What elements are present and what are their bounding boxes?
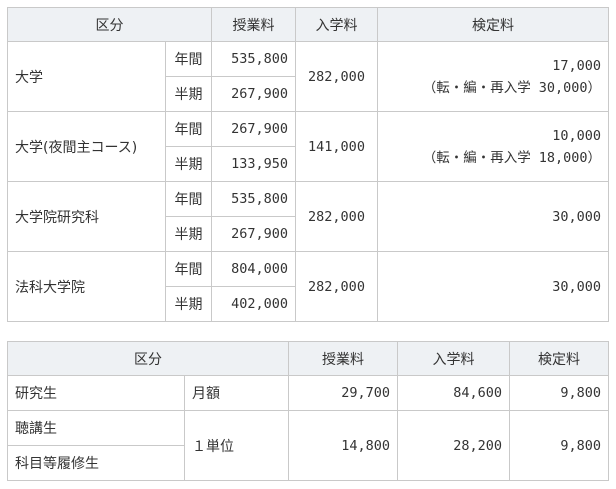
row-name: 科目等履修生 <box>7 445 185 481</box>
exam-fee: 17,000 （転・編・再入学 30,000） <box>377 41 609 112</box>
header-tuition: 授業料 <box>211 7 296 42</box>
table-header-row: 区分 授業料 入学料 検定料 <box>7 341 609 376</box>
table-header-row: 区分 授業料 入学料 検定料 <box>7 7 609 42</box>
header-exam: 検定料 <box>509 341 609 376</box>
tuition-half: 267,900 <box>211 76 296 112</box>
exam-note-value: 18,000） <box>538 149 601 166</box>
period-label: 年間 <box>165 251 212 287</box>
header-tuition: 授業料 <box>288 341 398 376</box>
tuition-annual: 267,900 <box>211 111 296 147</box>
admission-fee: 282,000 <box>295 251 378 322</box>
exam-note-label: （転・編・再入学 <box>422 79 531 96</box>
exam-note-label: （転・編・再入学 <box>422 149 531 166</box>
header-category: 区分 <box>7 7 212 42</box>
period-label: 半期 <box>165 216 212 252</box>
exam-fee: 30,000 <box>377 181 609 252</box>
exam-note-value: 30,000） <box>538 79 601 96</box>
unit-label: 月額 <box>184 375 289 411</box>
header-admission: 入学料 <box>295 7 378 42</box>
header-category: 区分 <box>7 341 289 376</box>
admission-fee: 84,600 <box>397 375 510 411</box>
exam-fee: 9,800 <box>509 410 609 481</box>
fee-table-degree: 区分 授業料 入学料 検定料 大学 年間 535,800 282,000 17,… <box>7 7 609 322</box>
header-exam: 検定料 <box>377 7 609 42</box>
admission-fee: 282,000 <box>295 181 378 252</box>
tuition-annual: 535,800 <box>211 41 296 77</box>
tuition-half: 267,900 <box>211 216 296 252</box>
exam-fee-main: 17,000 <box>552 57 601 74</box>
exam-fee: 9,800 <box>509 375 609 411</box>
period-label: 年間 <box>165 111 212 147</box>
period-label: 半期 <box>165 146 212 182</box>
admission-fee: 141,000 <box>295 111 378 182</box>
table-row: 法科大学院 年間 804,000 282,000 30,000 <box>7 251 609 322</box>
fee-table-nondegree: 区分 授業料 入学料 検定料 研究生 月額 29,700 84,600 9,80… <box>7 341 609 481</box>
admission-fee: 282,000 <box>295 41 378 112</box>
tuition-half: 402,000 <box>211 286 296 322</box>
row-name: 研究生 <box>7 375 185 411</box>
row-name: 大学(夜間主コース) <box>7 111 166 182</box>
admission-fee: 28,200 <box>397 410 510 481</box>
table-row: 研究生 月額 29,700 84,600 9,800 <box>7 375 609 411</box>
period-label: 半期 <box>165 76 212 112</box>
period-label: 年間 <box>165 181 212 217</box>
row-name: 法科大学院 <box>7 251 166 322</box>
row-name: 大学 <box>7 41 166 112</box>
table-row: 聴講生 １単位 14,800 28,200 9,800 <box>7 410 609 481</box>
tuition-annual: 804,000 <box>211 251 296 287</box>
tuition-annual: 535,800 <box>211 181 296 217</box>
exam-fee-main: 10,000 <box>552 127 601 144</box>
period-label: 半期 <box>165 286 212 322</box>
unit-label: １単位 <box>184 410 289 481</box>
header-admission: 入学料 <box>397 341 510 376</box>
tuition-fee: 29,700 <box>288 375 398 411</box>
tuition-half: 133,950 <box>211 146 296 182</box>
exam-fee: 10,000 （転・編・再入学 18,000） <box>377 111 609 182</box>
exam-fee: 30,000 <box>377 251 609 322</box>
table-row: 大学院研究科 年間 535,800 282,000 30,000 <box>7 181 609 252</box>
table-row: 大学 年間 535,800 282,000 17,000 （転・編・再入学 30,… <box>7 41 609 112</box>
row-name: 大学院研究科 <box>7 181 166 252</box>
period-label: 年間 <box>165 41 212 77</box>
table-row: 大学(夜間主コース) 年間 267,900 141,000 10,000 （転・… <box>7 111 609 182</box>
tuition-fee: 14,800 <box>288 410 398 481</box>
row-name: 聴講生 <box>7 410 185 446</box>
